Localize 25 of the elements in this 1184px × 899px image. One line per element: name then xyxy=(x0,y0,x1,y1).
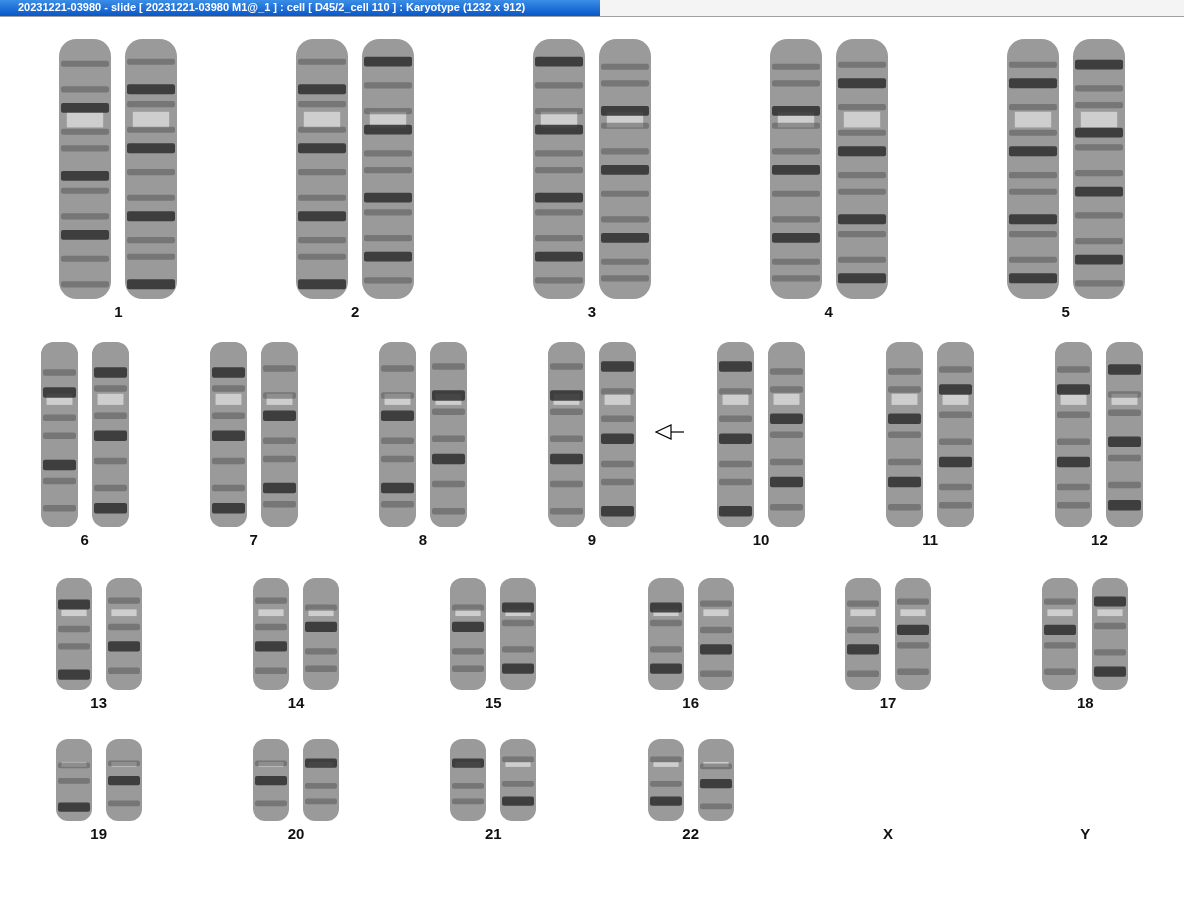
chromosome-number: 6 xyxy=(80,531,89,548)
chromosome-number: X xyxy=(883,825,893,842)
chromosome-number: 16 xyxy=(682,694,699,711)
chromosome-number: 2 xyxy=(351,303,360,320)
chromosome-number: 11 xyxy=(922,531,939,548)
chromosome-number: 19 xyxy=(90,825,107,842)
chromosome-number: 5 xyxy=(1061,303,1070,320)
chromosome-number: 21 xyxy=(484,825,502,842)
chromosome-number: 18 xyxy=(1076,694,1094,711)
chromosome-number: 20 xyxy=(287,825,305,842)
chromosome-number: 8 xyxy=(418,531,427,548)
chromosome-number: Y xyxy=(1080,825,1091,842)
chromosome-number: 7 xyxy=(249,531,258,548)
chromosome-number: 15 xyxy=(484,694,502,711)
chromosome-number: 12 xyxy=(1091,531,1108,548)
chromosome-number: 3 xyxy=(587,303,597,320)
chromosome-number: 13 xyxy=(90,694,107,711)
chromosome-number: 17 xyxy=(879,694,897,711)
chromosome-number: 4 xyxy=(824,303,833,320)
chromosome-number: 9 xyxy=(587,531,597,548)
chromosome-number: 14 xyxy=(287,694,305,711)
chromosome-number: 1 xyxy=(114,303,123,320)
chromosome-number: 22 xyxy=(682,825,699,842)
window-title: 20231221-03980 - slide [ 20231221-03980 M1@_1 ] : cell [ D45/2_cell 110 ] : Karyotype (1232 x 912) xyxy=(0,0,600,16)
chromosome-number: 10 xyxy=(752,531,770,548)
